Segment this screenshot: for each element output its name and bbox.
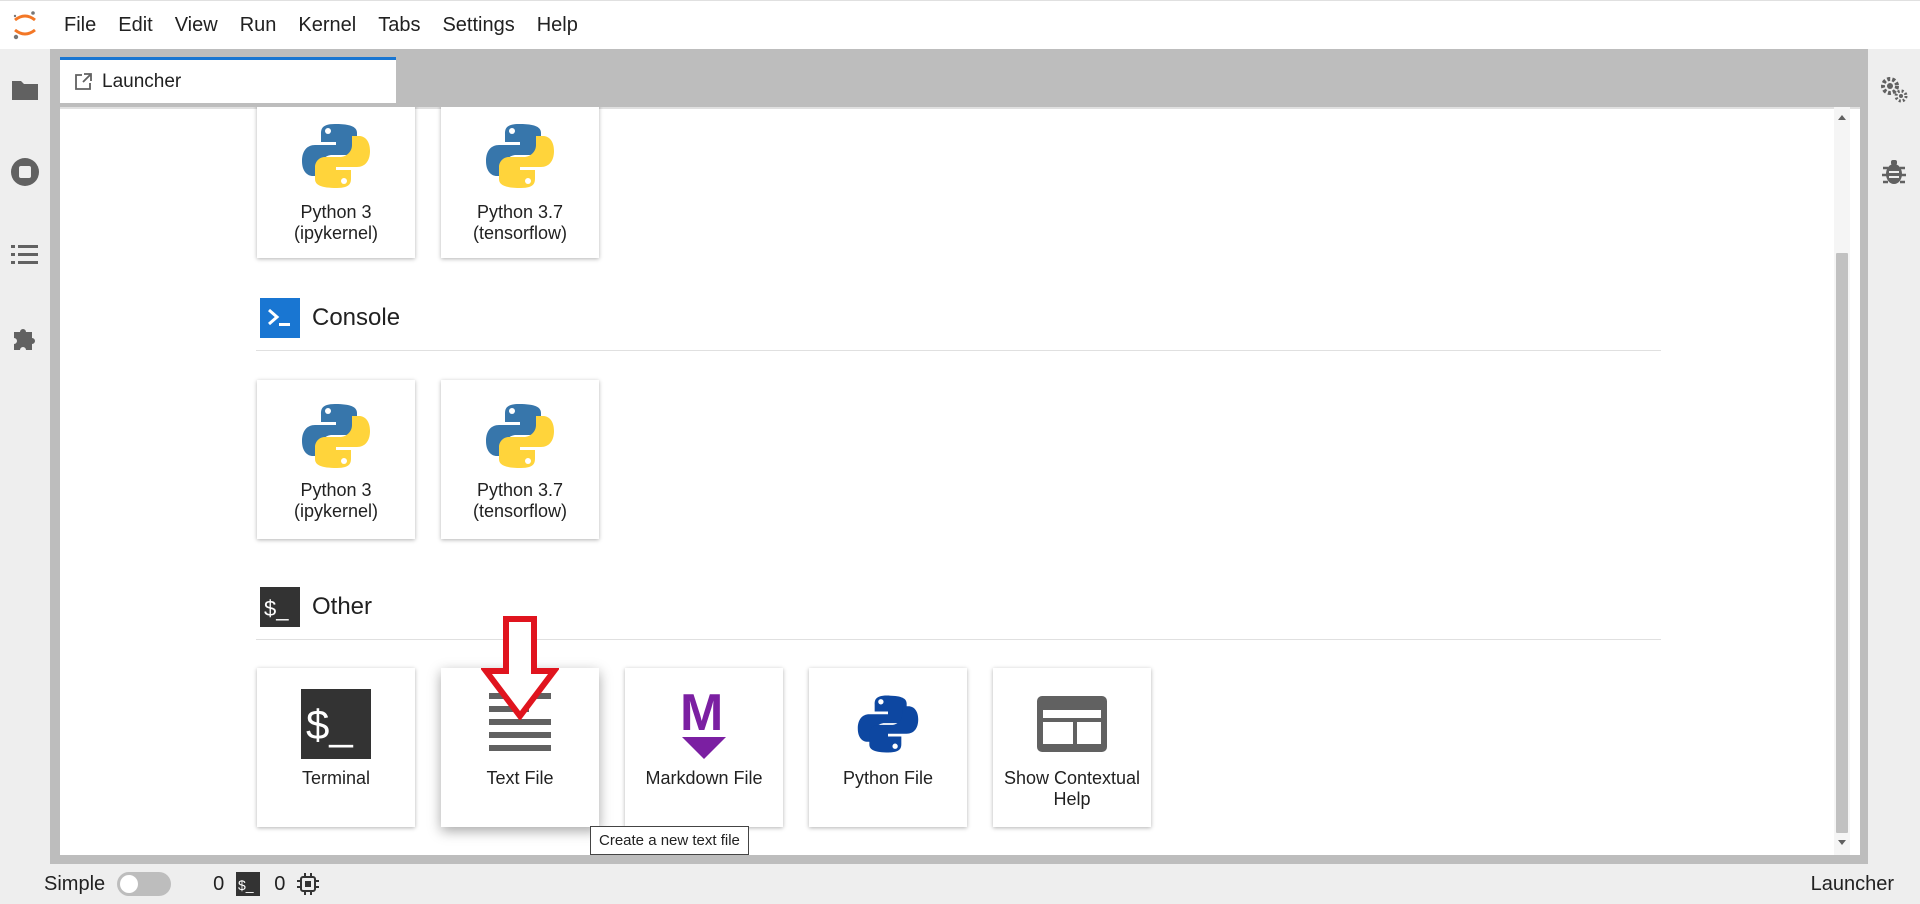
scroll-down-arrow-icon[interactable] — [1834, 835, 1850, 851]
stop-circle-icon — [11, 158, 39, 186]
menu-kernel[interactable]: Kernel — [287, 1, 367, 50]
python-logo-icon — [441, 380, 599, 480]
debugger-button[interactable] — [1868, 147, 1920, 197]
menu-run[interactable]: Run — [229, 1, 288, 50]
tab-bar: Launcher — [50, 49, 1868, 107]
kernel-count[interactable]: 0 — [213, 873, 224, 896]
simple-mode-label: Simple — [44, 872, 106, 895]
card-label: Python 3.7 (tensorflow) — [472, 480, 568, 521]
menu-tabs[interactable]: Tabs — [367, 1, 431, 50]
console-card-python37[interactable]: Python 3.7 (tensorflow) — [441, 380, 599, 539]
main-dock: Launcher Python 3 (ipykernel) Python 3.7… — [50, 49, 1868, 864]
tooltip: Create a new text file — [590, 826, 749, 855]
console-icon — [260, 298, 300, 338]
section-divider — [256, 350, 1661, 351]
tab-launcher[interactable]: Launcher — [60, 57, 396, 103]
menu-settings[interactable]: Settings — [431, 1, 525, 50]
console-section-header: Console — [256, 298, 1661, 354]
menu-help[interactable]: Help — [526, 1, 589, 50]
svg-text:$_: $_ — [306, 701, 353, 748]
python-logo-icon — [441, 107, 599, 202]
puzzle-icon — [14, 329, 35, 350]
python-file-icon — [809, 668, 967, 768]
file-browser-button[interactable] — [0, 64, 50, 114]
active-document-label: Launcher — [1810, 872, 1894, 895]
console-card-python3[interactable]: Python 3 (ipykernel) — [257, 380, 415, 539]
python-logo-icon — [257, 380, 415, 480]
list-icon — [11, 245, 38, 264]
section-title: Console — [312, 304, 401, 331]
simple-mode-toggle[interactable] — [117, 872, 172, 896]
python-file-card[interactable]: Python File — [809, 668, 967, 827]
status-bar: Simple 0 $_ 0 Launcher — [0, 864, 1920, 904]
annotation-arrow-icon — [481, 616, 559, 720]
launcher-panel: Python 3 (ipykernel) Python 3.7 (tensorf… — [60, 107, 1860, 855]
right-sidebar — [1868, 49, 1920, 864]
section-divider — [256, 639, 1661, 640]
svg-text:$_: $_ — [238, 877, 254, 893]
terminal-status-icon: $_ — [236, 872, 261, 896]
terminal-card[interactable]: $_ Terminal — [257, 668, 415, 827]
card-label: Text File — [486, 768, 554, 788]
terminal-section-icon: $_ — [260, 587, 300, 627]
card-label: Python 3 (ipykernel) — [293, 480, 379, 521]
menu-file[interactable]: File — [50, 1, 107, 50]
section-title: Other — [312, 593, 373, 620]
table-of-contents-button[interactable] — [0, 230, 50, 280]
terminal-icon: $_ — [257, 668, 415, 768]
card-label: Terminal — [301, 768, 371, 788]
other-section-header: $_ Other — [256, 587, 1661, 643]
jupyter-logo[interactable] — [0, 1, 50, 50]
svg-text:$_: $_ — [264, 596, 289, 621]
contextual-help-card[interactable]: Show Contextual Help — [993, 668, 1151, 827]
cpu-chip-icon[interactable] — [297, 873, 320, 895]
markdown-file-card[interactable]: M Markdown File — [625, 668, 783, 827]
menu-bar: File Edit View Run Kernel Tabs Settings … — [0, 0, 1920, 49]
gears-icon — [1881, 77, 1908, 103]
card-label: Show Contextual Help — [1003, 768, 1141, 809]
menu-edit[interactable]: Edit — [107, 1, 163, 50]
scroll-up-arrow-icon[interactable] — [1834, 109, 1850, 125]
menu-view[interactable]: View — [164, 1, 229, 50]
scroll-thumb[interactable] — [1836, 253, 1848, 833]
left-sidebar — [0, 49, 50, 864]
extension-manager-button[interactable] — [0, 313, 50, 363]
notebook-card-python3[interactable]: Python 3 (ipykernel) — [257, 107, 415, 258]
python-logo-icon — [257, 107, 415, 202]
card-label: Python 3.7 (tensorflow) — [472, 202, 568, 243]
terminal-count[interactable]: 0 — [274, 873, 285, 896]
notebook-card-python37[interactable]: Python 3.7 (tensorflow) — [441, 107, 599, 258]
folder-icon — [12, 81, 38, 100]
launch-icon — [75, 72, 92, 90]
contextual-help-icon — [993, 668, 1151, 768]
bug-icon — [1882, 160, 1906, 184]
markdown-icon: M — [625, 668, 783, 768]
card-label: Python File — [842, 768, 934, 788]
svg-text:M: M — [680, 686, 723, 742]
card-label: Python 3 (ipykernel) — [293, 202, 379, 243]
toggle-knob — [120, 875, 139, 893]
property-inspector-button[interactable] — [1868, 64, 1920, 114]
vertical-scrollbar[interactable] — [1834, 107, 1850, 855]
running-sessions-button[interactable] — [0, 147, 50, 197]
tab-label: Launcher — [102, 70, 182, 92]
card-label: Markdown File — [645, 768, 763, 788]
